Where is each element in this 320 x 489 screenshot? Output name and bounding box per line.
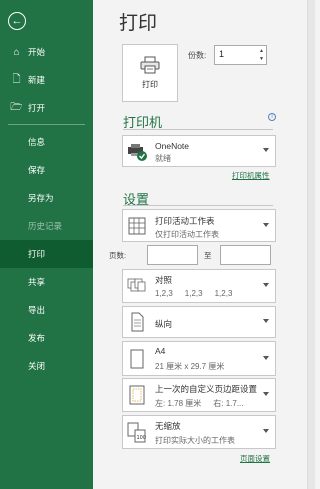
print-button-label: 打印 [142,80,158,89]
nav-home[interactable]: ⌂ 开始 [0,38,93,66]
scaling-sub: 打印实际大小的工作表 [155,436,235,445]
margins-icon [129,385,145,405]
nav-save-as[interactable]: 另存为 [0,184,93,212]
margins-sub: 左: 1.78 厘米 右: 1.7... [155,398,243,409]
copies-input[interactable]: 1 ▲ ▼ [214,45,267,65]
chevron-down-icon [263,222,269,227]
home-icon: ⌂ [13,46,20,58]
nav-close[interactable]: 关闭 [0,352,93,380]
print-scope-select[interactable]: 打印活动工作表 仅打印活动工作表 [122,209,276,242]
nav-top: ⌂ 开始 🗋 新建 🗁 打开 [0,38,93,122]
orientation-title: 纵向 [155,319,173,329]
paper-size-sub: 21 厘米 x 29.7 厘米 [155,362,225,371]
pages-from-input[interactable] [147,245,198,265]
orientation-select[interactable]: 纵向 [122,306,276,338]
chevron-down-icon [263,429,269,433]
nav-save-label: 保存 [28,165,46,175]
portrait-orientation-icon [131,312,144,332]
copies-spinner[interactable]: ▲ ▼ [259,47,264,63]
no-scaling-icon: 100 [127,422,147,443]
nav-close-label: 关闭 [28,361,46,371]
pages-label: 页数: [109,251,127,260]
nav-save[interactable]: 保存 [0,156,93,184]
print-panel: 打印 打印 份数: 1 ▲ ▼ 打印机 i OneNote 就绪 打印机属性 设置 [93,0,315,489]
nav-save-as-label: 另存为 [28,193,54,203]
svg-text:100: 100 [137,435,147,441]
nav-open[interactable]: 🗁 打开 [0,94,93,122]
settings-section-divider [123,205,273,206]
margins-right-value: 右: 1.7... [213,399,244,408]
back-arrow-icon[interactable]: ← [8,12,26,30]
margins-select[interactable]: 上一次的自定义页边距设置 左: 1.78 厘米 右: 1.7... [122,378,276,412]
nav-share[interactable]: 共享 [0,268,93,296]
nav-publish-label: 发布 [28,333,46,343]
margins-title: 上一次的自定义页边距设置 [155,384,258,394]
nav-info-label: 信息 [28,137,46,147]
print-scope-sub: 仅打印活动工作表 [155,230,219,239]
open-folder-icon: 🗁 [10,101,23,113]
chevron-down-icon [263,148,269,152]
print-scope-title: 打印活动工作表 [155,216,215,226]
printer-name: OneNote [155,141,190,151]
collate-title: 对照 [155,275,173,285]
preview-edge [307,0,315,489]
pages-to-label: 至 [204,251,212,260]
nav-info[interactable]: 信息 [0,128,93,156]
nav-history-label: 历史记录 [28,221,63,231]
margins-left-value: 左: 1.78 厘米 [155,399,202,408]
printer-properties-link[interactable]: 打印机属性 [232,170,270,181]
collate-seq-2: 1,2,3 [184,289,203,298]
print-button[interactable]: 打印 [122,44,178,102]
paper-size-title: A4 [155,346,166,356]
nav-home-label: 开始 [28,47,46,57]
printer-section-divider [123,129,273,130]
chevron-down-icon [263,355,269,360]
nav-open-label: 打开 [28,103,46,113]
scaling-select[interactable]: 100 无缩放 打印实际大小的工作表 [122,415,276,449]
scaling-title: 无缩放 [155,421,181,431]
nav-publish[interactable]: 发布 [0,324,93,352]
worksheet-icon [128,217,146,234]
nav-history: 历史记录 [0,212,93,240]
nav-divider [8,124,85,125]
copies-label: 份数: [188,51,207,60]
new-file-icon: 🗋 [12,73,21,85]
page-setup-link[interactable]: 页面设置 [240,453,270,464]
collate-select[interactable]: 对照 1,2,3 1,2,3 1,2,3 [122,269,276,303]
nav-new[interactable]: 🗋 新建 [0,66,93,94]
chevron-down-icon [263,283,269,287]
nav-export[interactable]: 导出 [0,296,93,324]
paper-size-icon [130,349,144,368]
printer-select[interactable]: OneNote 就绪 [122,135,276,167]
nav-export-label: 导出 [28,305,46,315]
page-title: 打印 [119,13,158,34]
chevron-down-icon [263,392,269,396]
copies-value: 1 [219,49,225,59]
nav-new-label: 新建 [28,75,46,85]
backstage-sidebar: ← ⌂ 开始 🗋 新建 🗁 打开 信息 保存 另存为 历史记录 打印 共享 导出… [0,0,93,489]
paper-size-select[interactable]: A4 21 厘米 x 29.7 厘米 [122,341,276,376]
printer-icon [140,56,160,74]
collate-sub: 1,2,3 1,2,3 1,2,3 [155,289,232,298]
printer-ready-icon [128,144,147,161]
nav-print-label: 打印 [28,249,46,259]
nav-share-label: 共享 [28,277,46,287]
collate-seq-1: 1,2,3 [155,289,173,298]
nav-bottom: 信息 保存 另存为 历史记录 打印 共享 导出 发布 关闭 [0,128,93,380]
collate-icon [127,278,146,292]
info-icon[interactable]: i [268,113,276,121]
nav-print[interactable]: 打印 [0,240,93,268]
printer-status: 就绪 [155,154,171,163]
chevron-down-icon [263,319,269,323]
pages-to-input[interactable] [220,245,271,265]
collate-seq-3: 1,2,3 [214,289,233,298]
